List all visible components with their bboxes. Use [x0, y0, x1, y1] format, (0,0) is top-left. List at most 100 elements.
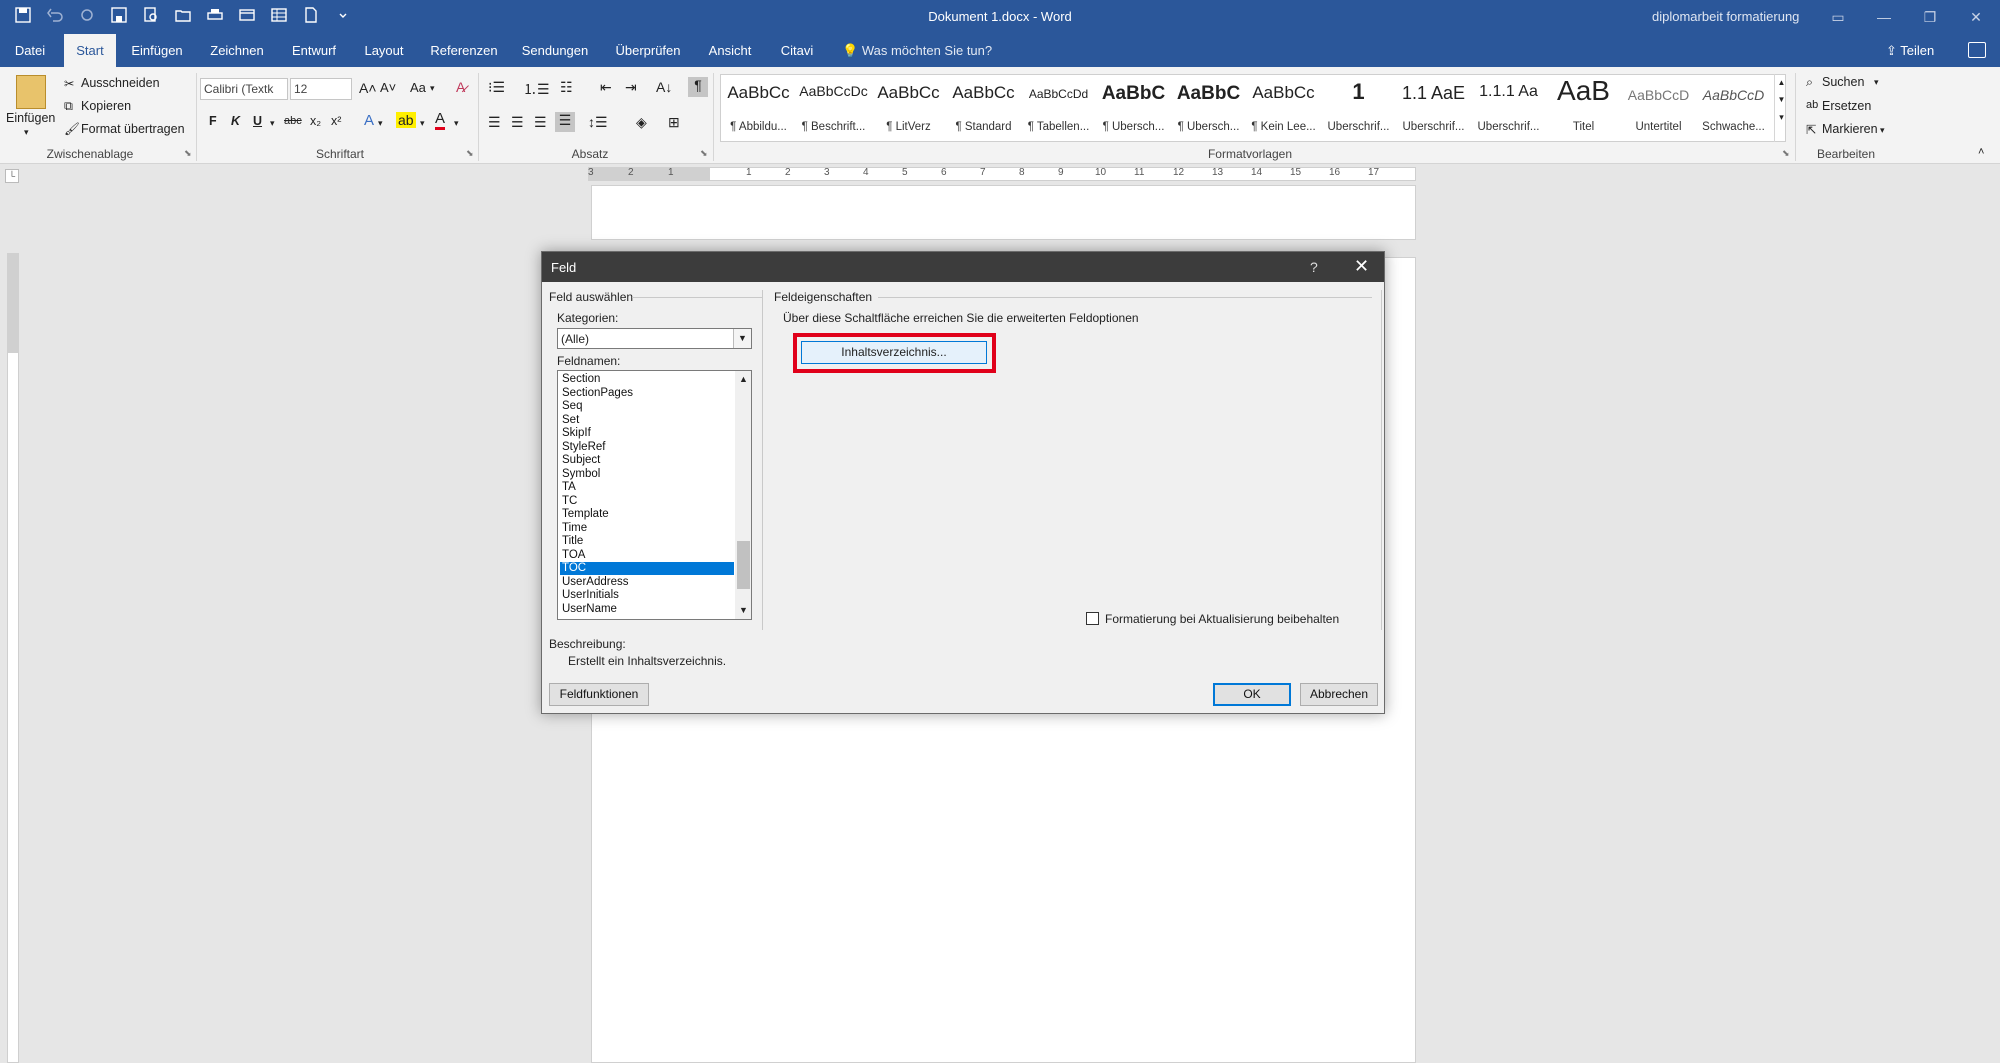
restore-icon[interactable]: ❐ [1907, 0, 1953, 34]
style-item[interactable]: AaBbCc ¶ LitVerz [871, 75, 946, 141]
list-item-selected[interactable]: TOC [560, 562, 734, 575]
line-spacing-icon[interactable]: ↕☰ [588, 114, 608, 131]
style-item[interactable]: 1 Überschrif... [1321, 75, 1396, 141]
list-item[interactable]: TA [560, 481, 734, 494]
comments-icon[interactable] [1968, 42, 1986, 58]
paste-button[interactable]: Einfügen [6, 111, 55, 125]
scroll-up-icon[interactable]: ▲ [735, 371, 751, 388]
font-color-icon[interactable]: A [435, 111, 446, 130]
subscript-button[interactable]: x₂ [310, 114, 321, 128]
ok-button[interactable]: OK [1213, 683, 1291, 706]
select-button[interactable]: Markieren [1822, 122, 1878, 136]
paste-dropdown-icon[interactable]: ▾ [24, 127, 29, 138]
list-item[interactable]: UserInitials [560, 589, 734, 602]
list-item[interactable]: StyleRef [560, 441, 734, 454]
tell-me-search[interactable]: 💡 Was möchten Sie tun? [842, 34, 992, 67]
list-item[interactable]: Section [560, 373, 734, 386]
share-button[interactable]: ⇪ Teilen [1886, 34, 1934, 67]
tab-datei[interactable]: Datei [6, 34, 54, 67]
list-item[interactable]: Subject [560, 454, 734, 467]
style-item[interactable]: 1.1.1 Aa Überschrif... [1471, 75, 1546, 141]
italic-button[interactable]: K [231, 114, 240, 128]
font-launcher-icon[interactable]: ⬊ [466, 148, 474, 159]
decrease-indent-icon[interactable]: ⇤ [600, 79, 612, 96]
multilevel-list-icon[interactable]: ☷ [560, 79, 573, 96]
style-item[interactable]: AaBbCc ¶ Kein Lee... [1246, 75, 1321, 141]
list-item[interactable]: SkipIf [560, 427, 734, 440]
cancel-button[interactable]: Abbrechen [1300, 683, 1378, 706]
list-item[interactable]: UserName [560, 603, 734, 616]
shading-icon[interactable]: ◈ [636, 114, 647, 131]
superscript-button[interactable]: x² [331, 114, 341, 128]
style-item[interactable]: AaBbCcDd ¶ Tabellen... [1021, 75, 1096, 141]
clipboard-launcher-icon[interactable]: ⬊ [184, 148, 192, 159]
sort-icon[interactable]: A↓ [656, 79, 672, 95]
bullets-icon[interactable]: ⁝☰ [488, 79, 505, 96]
shrink-font-icon[interactable]: A˅ [380, 80, 396, 95]
change-case-button[interactable]: Aa [410, 80, 426, 95]
show-formatting-marks-icon[interactable]: ¶ [688, 77, 708, 97]
paragraph-launcher-icon[interactable]: ⬊ [700, 148, 708, 159]
ribbon-display-icon[interactable]: ▭ [1815, 0, 1861, 34]
field-codes-button[interactable]: Feldfunktionen [549, 683, 649, 706]
highlight-dropdown-icon[interactable]: ▾ [420, 118, 425, 129]
style-item[interactable]: AaBbC ¶ Übersch... [1171, 75, 1246, 141]
tab-einfuegen[interactable]: Einfügen [124, 34, 190, 67]
font-color-dropdown-icon[interactable]: ▾ [454, 118, 459, 129]
align-center-icon[interactable]: ☰ [511, 114, 524, 131]
gallery-more-icon[interactable]: ▾ [1775, 112, 1788, 123]
tab-sendungen[interactable]: Sendungen [514, 34, 596, 67]
text-effects-icon[interactable]: A [364, 112, 374, 129]
align-right-icon[interactable]: ☰ [534, 114, 547, 131]
style-item[interactable]: AaBbCcD Untertitel [1621, 75, 1696, 141]
tab-selector-icon[interactable]: └ [5, 169, 19, 183]
tab-layout[interactable]: Layout [354, 34, 414, 67]
format-painter-button[interactable]: Format übertragen [81, 122, 185, 136]
strikethrough-button[interactable]: abc [284, 115, 302, 127]
font-name-combo[interactable]: Calibri (Textk [200, 78, 288, 100]
help-button[interactable]: ? [1310, 259, 1318, 275]
user-name[interactable]: diplomarbeit formatierung [1652, 9, 1799, 24]
minimize-icon[interactable]: — [1861, 0, 1907, 34]
select-dropdown-icon[interactable]: ▾ [1880, 125, 1885, 136]
tab-entwurf[interactable]: Entwurf [284, 34, 344, 67]
chevron-down-icon[interactable]: ▼ [733, 329, 751, 348]
tab-zeichnen[interactable]: Zeichnen [200, 34, 274, 67]
preserve-formatting-checkbox[interactable] [1086, 612, 1099, 625]
find-button[interactable]: Suchen [1822, 75, 1864, 89]
list-scrollbar[interactable]: ▲ ▼ [735, 371, 751, 619]
tab-ansicht[interactable]: Ansicht [700, 34, 760, 67]
close-window-icon[interactable]: ✕ [1953, 0, 1999, 34]
list-item[interactable]: Template [560, 508, 734, 521]
font-size-combo[interactable]: 12 [290, 78, 352, 100]
style-item[interactable]: AaBbCcDc ¶ Beschrift... [796, 75, 871, 141]
list-item[interactable]: Symbol [560, 468, 734, 481]
styles-launcher-icon[interactable]: ⬊ [1782, 148, 1790, 159]
increase-indent-icon[interactable]: ⇥ [625, 79, 637, 96]
document-page[interactable] [591, 185, 1416, 240]
close-icon[interactable]: ✕ [1354, 256, 1369, 277]
scroll-thumb[interactable] [737, 541, 750, 589]
list-item[interactable]: SectionPages [560, 387, 734, 400]
cut-button[interactable]: Ausschneiden [81, 76, 160, 90]
categories-select[interactable]: (Alle) ▼ [557, 328, 752, 349]
list-item[interactable]: UserAddress [560, 576, 734, 589]
scroll-down-icon[interactable]: ▼ [735, 602, 751, 619]
list-item[interactable]: TOA [560, 549, 734, 562]
style-item[interactable]: AaB Titel [1546, 75, 1621, 141]
text-effects-dropdown-icon[interactable]: ▾ [378, 118, 383, 129]
style-item[interactable]: AaBbC ¶ Übersch... [1096, 75, 1171, 141]
copy-button[interactable]: Kopieren [81, 99, 131, 113]
style-item[interactable]: AaBbCc ¶ Standard [946, 75, 1021, 141]
collapse-ribbon-icon[interactable]: ˄ [1978, 146, 1984, 158]
justify-icon[interactable]: ☰ [555, 112, 575, 132]
replace-button[interactable]: Ersetzen [1822, 99, 1871, 113]
gallery-up-icon[interactable]: ▲ [1775, 78, 1788, 87]
list-item[interactable]: TC [560, 495, 734, 508]
clear-formatting-icon[interactable]: A̷ [456, 79, 465, 95]
style-item[interactable]: 1.1 AaE Überschrif... [1396, 75, 1471, 141]
bold-button[interactable]: F [209, 114, 217, 128]
styles-gallery-scroll[interactable]: ▲ ▼ ▾ [1774, 74, 1788, 142]
paste-icon[interactable] [16, 75, 46, 109]
grow-font-icon[interactable]: A˄ [359, 80, 377, 96]
